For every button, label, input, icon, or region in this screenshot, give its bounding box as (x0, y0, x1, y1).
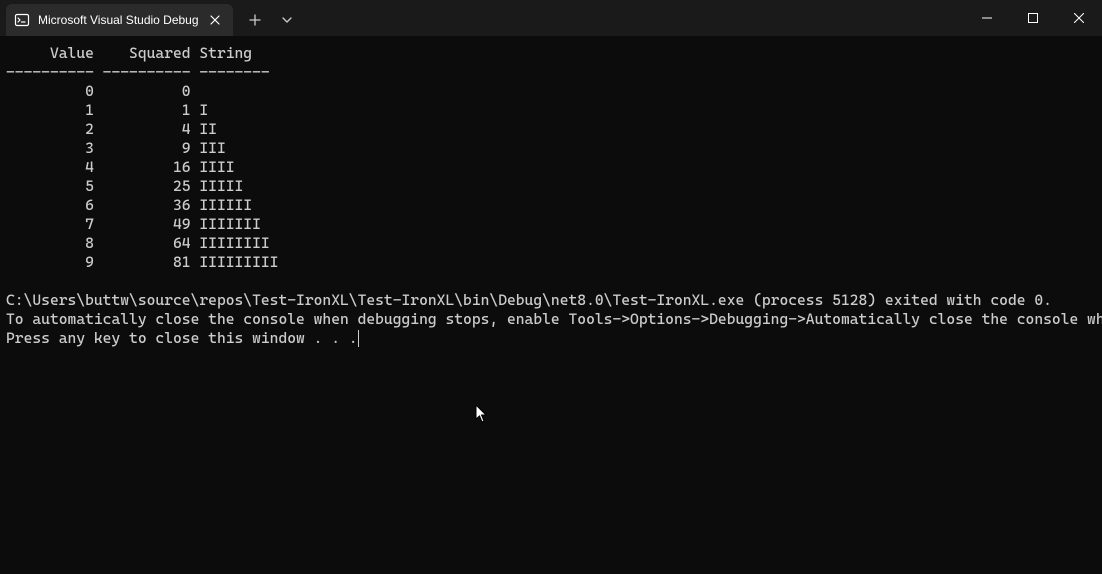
exit-message: C:\Users\buttw\source\repos\Test-IronXL\… (6, 291, 1052, 309)
tab-title: Microsoft Visual Studio Debug (38, 13, 199, 27)
minimize-button[interactable] (964, 0, 1010, 36)
titlebar-drag-area[interactable] (303, 0, 964, 36)
close-window-button[interactable] (1056, 0, 1102, 36)
maximize-button[interactable] (1010, 0, 1056, 36)
table-header: Value Squared String (6, 44, 252, 62)
text-cursor (358, 330, 359, 347)
terminal-icon (14, 12, 30, 28)
table-body: 0 0 1 1 I 2 4 II 3 9 III 4 16 IIII 5 25 … (6, 82, 278, 271)
tab-active[interactable]: Microsoft Visual Studio Debug (6, 4, 233, 36)
tab-close-button[interactable] (207, 12, 223, 28)
press-key-message: Press any key to close this window . . . (6, 329, 359, 347)
console-output[interactable]: Value Squared String ---------- --------… (0, 36, 1102, 356)
new-tab-button[interactable] (239, 4, 271, 36)
table-separator: ---------- ---------- -------- (6, 63, 270, 81)
tab-actions (239, 4, 303, 36)
window-controls (964, 0, 1102, 36)
tab-dropdown-button[interactable] (271, 4, 303, 36)
titlebar: Microsoft Visual Studio Debug (0, 0, 1102, 36)
auto-close-message: To automatically close the console when … (6, 310, 1102, 328)
mouse-cursor-icon (475, 404, 489, 428)
